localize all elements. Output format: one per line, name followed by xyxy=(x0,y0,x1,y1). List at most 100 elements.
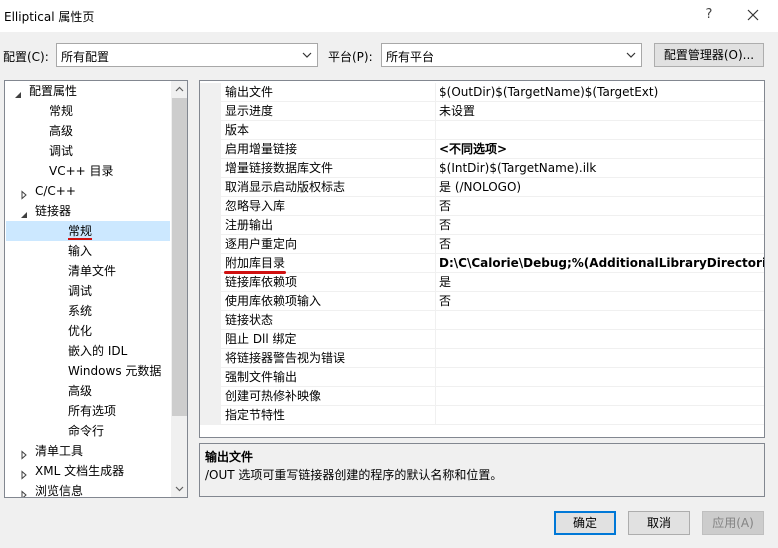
platform-select[interactable]: 所有平台 xyxy=(381,43,642,67)
tree-item[interactable]: 高级 xyxy=(5,121,169,141)
property-row[interactable]: 注册输出否 xyxy=(200,216,764,235)
property-value[interactable]: 是 xyxy=(436,273,764,292)
collapsed-triangle-icon[interactable] xyxy=(19,446,29,460)
property-value[interactable]: $(OutDir)$(TargetName)$(TargetExt) xyxy=(436,83,764,102)
tree-item-label: 常规 xyxy=(68,224,93,238)
property-value[interactable]: D:\C\Calorie\Debug;%(AdditionalLibraryDi… xyxy=(436,254,764,273)
tree-item-label: 调试 xyxy=(49,144,74,158)
config-select[interactable]: 所有配置 xyxy=(56,43,318,67)
property-value[interactable] xyxy=(436,368,764,387)
tree-item[interactable]: 配置属性 xyxy=(5,81,169,101)
collapsed-triangle-icon[interactable] xyxy=(19,486,29,497)
tree-item[interactable]: 常规 xyxy=(6,221,170,241)
chevron-down-icon xyxy=(175,486,184,492)
scroll-down-button[interactable] xyxy=(171,480,187,497)
close-icon xyxy=(747,9,759,21)
property-value[interactable] xyxy=(436,121,764,140)
tree-item[interactable]: 清单文件 xyxy=(5,261,169,281)
tree-item[interactable]: 高级 xyxy=(5,381,169,401)
cancel-button[interactable]: 取消 xyxy=(628,511,690,535)
row-gutter xyxy=(200,254,221,273)
chevron-down-icon xyxy=(302,52,312,58)
tree-item-label: 所有选项 xyxy=(68,404,117,418)
property-row[interactable]: 取消显示启动版权标志是 (/NOLOGO) xyxy=(200,178,764,197)
property-name: 使用库依赖项输入 xyxy=(221,292,436,311)
close-button[interactable] xyxy=(740,4,766,26)
property-row[interactable]: 将链接器警告视为错误 xyxy=(200,349,764,368)
property-name: 显示进度 xyxy=(221,102,436,121)
property-value[interactable]: <不同选项> xyxy=(436,140,764,159)
description-title: 输出文件 xyxy=(205,450,254,464)
tree-item[interactable]: C/C++ xyxy=(5,181,169,201)
expanded-triangle-icon[interactable] xyxy=(13,86,23,98)
property-value[interactable]: 否 xyxy=(436,235,764,254)
expanded-triangle-icon[interactable] xyxy=(19,206,29,218)
tree-item[interactable]: 浏览信息 xyxy=(5,481,169,497)
property-value[interactable]: $(IntDir)$(TargetName).ilk xyxy=(436,159,764,178)
tree-item[interactable]: 调试 xyxy=(5,141,169,161)
row-gutter xyxy=(200,330,221,349)
property-value[interactable] xyxy=(436,330,764,349)
description-text: /OUT 选项可重写链接器创建的程序的默认名称和位置。 xyxy=(205,468,503,482)
tree-item-label: 常规 xyxy=(49,104,74,118)
property-row[interactable]: 创建可热修补映像 xyxy=(200,387,764,406)
scrollbar-thumb[interactable] xyxy=(172,98,187,416)
tree-item-label: 嵌入的 IDL xyxy=(68,344,128,358)
tree-item[interactable]: 优化 xyxy=(5,321,169,341)
property-name: 忽略导入库 xyxy=(221,197,436,216)
property-row[interactable]: 启用增量链接 <不同选项> xyxy=(200,140,764,159)
property-value[interactable] xyxy=(436,387,764,406)
scroll-up-button[interactable] xyxy=(171,81,187,98)
description-panel: 输出文件 /OUT 选项可重写链接器创建的程序的默认名称和位置。 xyxy=(199,443,765,497)
property-row[interactable]: 链接库依赖项是 xyxy=(200,273,764,292)
property-row[interactable]: 显示进度 未设置 xyxy=(200,102,764,121)
property-row[interactable]: 版本 xyxy=(200,121,764,140)
tree-scrollbar[interactable] xyxy=(171,81,187,497)
property-name: 增量链接数据库文件 xyxy=(221,159,436,178)
apply-button[interactable]: 应用(A) xyxy=(702,511,764,535)
config-select-value: 所有配置 xyxy=(61,50,110,64)
tree-item[interactable]: 调试 xyxy=(5,281,169,301)
property-value[interactable]: 未设置 xyxy=(436,102,764,121)
property-value[interactable] xyxy=(436,406,764,425)
property-name: 指定节特性 xyxy=(221,406,436,425)
config-manager-button[interactable]: 配置管理器(O)... xyxy=(654,43,764,67)
property-name: 阻止 Dll 绑定 xyxy=(221,330,436,349)
tree-item[interactable]: 命令行 xyxy=(5,421,169,441)
property-row[interactable]: 指定节特性 xyxy=(200,406,764,425)
property-value[interactable]: 否 xyxy=(436,216,764,235)
collapsed-triangle-icon[interactable] xyxy=(19,466,29,480)
property-row[interactable]: 强制文件输出 xyxy=(200,368,764,387)
tree-item[interactable]: 所有选项 xyxy=(5,401,169,421)
row-gutter xyxy=(200,121,221,140)
property-value[interactable]: 否 xyxy=(436,292,764,311)
property-row[interactable]: 逐用户重定向否 xyxy=(200,235,764,254)
help-button[interactable]: ? xyxy=(698,4,720,26)
property-row[interactable]: 增量链接数据库文件 $(IntDir)$(TargetName).ilk xyxy=(200,159,764,178)
property-row[interactable]: 使用库依赖项输入否 xyxy=(200,292,764,311)
tree-item[interactable]: 系统 xyxy=(5,301,169,321)
property-row[interactable]: 链接状态 xyxy=(200,311,764,330)
tree-item[interactable]: XML 文档生成器 xyxy=(5,461,169,481)
tree-item[interactable]: 清单工具 xyxy=(5,441,169,461)
tree-item[interactable]: 链接器 xyxy=(5,201,169,221)
property-row[interactable]: 附加库目录 D:\C\Calorie\Debug;%(AdditionalLibr… xyxy=(200,254,764,274)
property-value[interactable] xyxy=(436,349,764,368)
property-row[interactable]: 阻止 Dll 绑定 xyxy=(200,330,764,349)
property-value[interactable] xyxy=(436,311,764,330)
tree-item[interactable]: VC++ 目录 xyxy=(5,161,169,181)
collapsed-triangle-icon[interactable] xyxy=(19,186,29,200)
property-tree[interactable]: 配置属性 常规 高级 调试 VC++ 目录 C/C++ 链接器 常规 输入 清单文件 调试 系统 优化嵌… xyxy=(4,80,188,498)
property-value[interactable]: 是 (/NOLOGO) xyxy=(436,178,764,197)
row-gutter xyxy=(200,140,221,159)
tree-item[interactable]: 常规 xyxy=(5,101,169,121)
tree-item-label: VC++ 目录 xyxy=(49,164,114,178)
property-value[interactable]: 否 xyxy=(436,197,764,216)
tree-item[interactable]: 嵌入的 IDL xyxy=(5,341,169,361)
tree-item[interactable]: 输入 xyxy=(5,241,169,261)
tree-item[interactable]: Windows 元数据 xyxy=(5,361,169,381)
property-row[interactable]: 输出文件 $(OutDir)$(TargetName)$(TargetExt) xyxy=(200,83,764,102)
ok-button[interactable]: 确定 xyxy=(554,511,616,535)
property-row[interactable]: 忽略导入库否 xyxy=(200,197,764,216)
chevron-down-icon xyxy=(626,52,636,58)
